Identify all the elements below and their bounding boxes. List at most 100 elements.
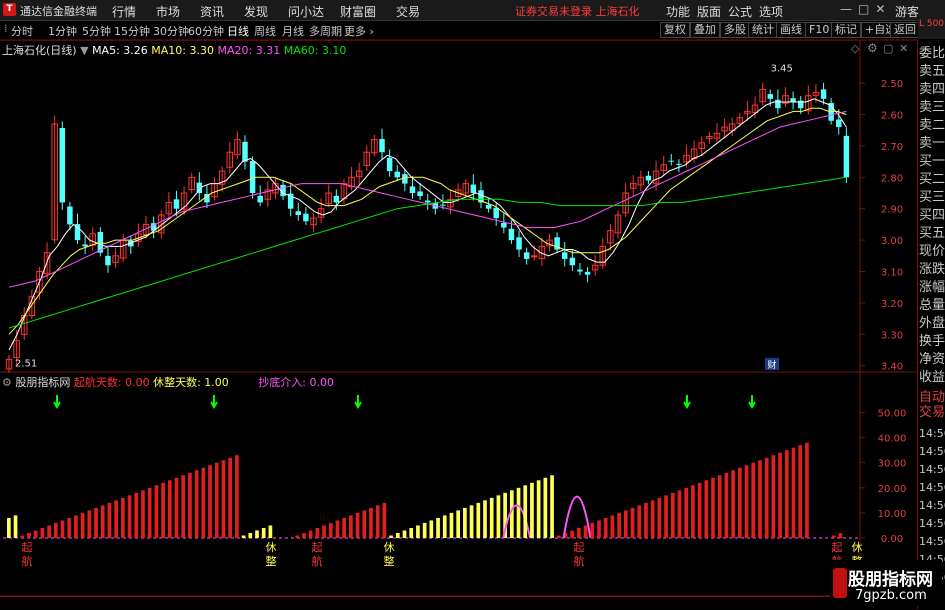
qihang-bar [161, 482, 165, 538]
candle-body [242, 141, 248, 162]
trade-time: 14:56 [919, 517, 945, 530]
qihang-bar [134, 492, 139, 538]
qihang-bar [121, 497, 125, 538]
right-panel-item[interactable]: 涨跌 [919, 262, 945, 277]
qihang-bar [60, 520, 65, 538]
qihang-bar [805, 442, 809, 538]
right-panel-item[interactable]: 自动 [919, 390, 945, 405]
qihang-bar [74, 515, 78, 538]
right-panel-item[interactable]: 卖二 [919, 118, 945, 133]
down-arrow-icon [354, 395, 362, 409]
right-panel-item[interactable]: 卖一 [919, 136, 945, 151]
qihang-bar [174, 477, 179, 538]
right-panel-item[interactable]: 卖四 [919, 82, 945, 97]
kline-chart[interactable]: 3.40 3.30 3.20 3.10 3.00 2.90 2.80 2.70 2.60 2.50… [0, 0, 945, 609]
qihang-bar [758, 460, 762, 538]
candle-body [501, 222, 507, 228]
qihang-bar [791, 447, 796, 538]
event-marker-label: 财 [767, 359, 776, 371]
trade-time: 14:56 [919, 535, 945, 548]
xiuzheng-bar [543, 477, 548, 538]
ma20-label: MA20: 3.31 [217, 44, 281, 57]
settings-icon[interactable]: ⚙ [867, 41, 878, 55]
qihang-bar [610, 515, 615, 538]
qihang-bar [362, 510, 367, 538]
qihang-bar [744, 465, 749, 538]
gear-icon[interactable]: ⚙ [2, 376, 12, 389]
right-panel-item[interactable]: 买四 [919, 208, 945, 223]
trade-time: 14:56 [919, 427, 945, 440]
right-panel-item[interactable]: 净资 [919, 352, 945, 367]
right-panel-item[interactable]: 外盘 [919, 316, 945, 331]
price-tick-label: 3.10 [881, 268, 903, 279]
qihang-bar [53, 522, 58, 538]
down-arrow-icon [683, 395, 691, 409]
candle-body [417, 191, 423, 197]
candle-body [386, 157, 393, 172]
qihang-bar [188, 472, 192, 538]
candle-body [379, 139, 385, 153]
right-panel-item[interactable]: 换手 [919, 334, 945, 349]
qihang-bar [154, 485, 159, 538]
candle-body [843, 135, 850, 178]
candle-body [676, 163, 682, 165]
qihang-bar [590, 522, 595, 538]
diamond-icon[interactable]: ◇ [851, 42, 859, 55]
qihang-bar [181, 475, 186, 538]
right-panel-item[interactable]: 涨幅 [919, 280, 945, 295]
qihang-bar [597, 520, 601, 538]
chaodi-label: 抄底介入: 0.00 [258, 376, 334, 389]
xiuzheng-bar [516, 487, 521, 538]
indicator-name[interactable]: 股朋指标网 [15, 376, 70, 389]
right-panel-item[interactable]: 收益 [919, 370, 945, 385]
candle-body [424, 200, 431, 203]
right-panel-item[interactable]: 买一 [919, 154, 945, 169]
trade-time: 14:56 [919, 463, 945, 476]
dropdown-icon[interactable]: ▼ [80, 44, 88, 57]
right-panel-item[interactable]: 买二 [919, 172, 945, 187]
sub-tick-label: 30.00 [878, 459, 907, 470]
right-panel-item[interactable]: 委比 [919, 46, 945, 61]
right-panel-item[interactable]: 交易 [919, 405, 945, 420]
qihang-bar [80, 512, 85, 538]
xiuzheng-bar [261, 527, 266, 538]
qihang-bar [228, 457, 232, 538]
stock-title[interactable]: 上海石化(日线) [2, 44, 77, 57]
qihang-bar [623, 510, 628, 538]
right-panel-item[interactable]: 买三 [919, 190, 945, 205]
candle-body [303, 213, 309, 222]
xiuzheng-bar [489, 497, 494, 538]
qihang-bar [375, 505, 380, 538]
right-panel-item[interactable]: 总量 [919, 298, 945, 313]
qihang-label: 起航天数: 0.00 [73, 376, 150, 389]
window-icon[interactable]: ▢ [883, 42, 893, 55]
qihang-bar [315, 527, 320, 538]
qihang-bar [831, 535, 836, 538]
candle-body [790, 98, 796, 102]
signal-label-qihang: 起 [832, 541, 843, 554]
trade-time: 14:56 [919, 499, 945, 512]
qihang-bar [100, 505, 105, 538]
candle-body [173, 199, 180, 209]
candle-body [668, 160, 675, 162]
qihang-bar [737, 467, 742, 538]
candle-body [584, 271, 591, 275]
xiuzheng-bar [7, 517, 11, 538]
candle-body [257, 195, 263, 203]
xiuzheng-bar [523, 485, 528, 538]
right-panel-item[interactable]: 卖五 [919, 64, 945, 79]
ma10-label: MA10: 3.30 [151, 44, 214, 57]
sub-legend: ⚙ 股朋指标网 起航天数: 0.00 休整天数: 1.00 抄底介入: 0.00 [2, 374, 334, 390]
qihang-bar [650, 500, 655, 538]
right-panel-item[interactable]: 买五 [919, 226, 945, 241]
ma60-label: MA60: 3.10 [283, 44, 347, 57]
right-panel-item[interactable]: 现价 [919, 244, 945, 259]
qihang-bar [208, 465, 212, 538]
qihang-bar [778, 452, 782, 538]
candle-body [67, 206, 73, 225]
xiuzheng-bar [248, 532, 253, 538]
close-panel-icon[interactable]: ✕ [899, 42, 908, 55]
candle-body [531, 255, 538, 258]
xiuzheng-bar [456, 510, 461, 538]
right-panel-item[interactable]: 卖三 [919, 100, 945, 115]
